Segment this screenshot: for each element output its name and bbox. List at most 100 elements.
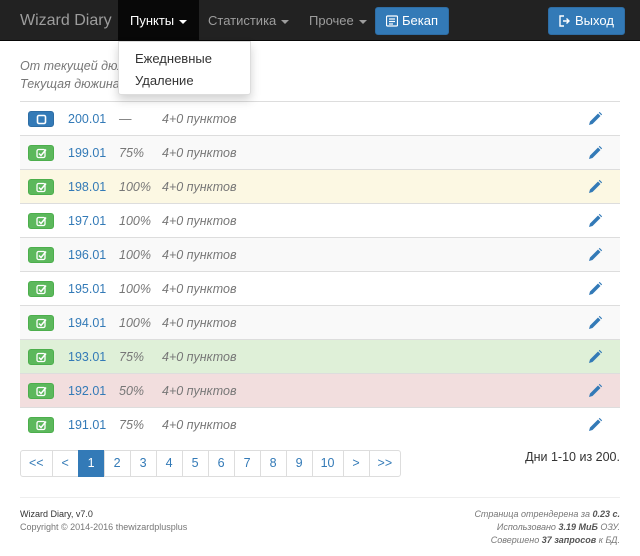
backup-button[interactable]: Бекап xyxy=(375,7,450,35)
dropdown-item-daily[interactable]: Ежедневные xyxy=(119,48,250,70)
pencil-icon[interactable] xyxy=(587,315,603,331)
brand-link[interactable]: Wizard Diary xyxy=(20,0,112,41)
completed-day-button[interactable] xyxy=(28,383,54,399)
render-time-value: 0.23 с. xyxy=(592,509,620,519)
queries-suffix: к БД. xyxy=(596,535,620,545)
unchecked-box-icon xyxy=(36,114,47,125)
completion-percent: 50% xyxy=(119,384,145,398)
nav-statistika-dropdown[interactable]: Статистика xyxy=(196,0,301,41)
table-row: 192.01 50% 4+0 пунктов xyxy=(20,374,620,408)
queries-prefix: Совершено xyxy=(490,535,542,545)
page-6-button[interactable]: 6 xyxy=(207,450,235,477)
checked-box-icon xyxy=(36,386,47,397)
render-time-line: Страница отрендерена за 0.23 с. xyxy=(474,508,620,521)
day-number-link[interactable]: 198.01 xyxy=(68,170,106,204)
completed-day-button[interactable] xyxy=(28,349,54,365)
checked-box-icon xyxy=(36,420,47,431)
day-number-link[interactable]: 191.01 xyxy=(68,408,106,442)
memory-prefix: Использовано xyxy=(496,522,559,532)
completed-day-button[interactable] xyxy=(28,145,54,161)
info-current-dozen: Текущая дюжина xyxy=(20,77,120,91)
page-last-button[interactable]: >> xyxy=(368,450,402,477)
day-number-link[interactable]: 193.01 xyxy=(68,340,106,374)
current-day-button[interactable] xyxy=(28,111,54,127)
completion-percent: 75% xyxy=(119,146,145,160)
footer-divider xyxy=(20,497,620,498)
table-row: 199.01 75% 4+0 пунктов xyxy=(20,136,620,170)
days-summary: Дни 1-10 из 200. xyxy=(525,450,620,464)
logout-button[interactable]: Выход xyxy=(548,7,625,35)
pencil-icon[interactable] xyxy=(587,145,603,161)
pencil-icon[interactable] xyxy=(587,247,603,263)
day-number-link[interactable]: 195.01 xyxy=(68,272,106,306)
memory-suffix: ОЗУ. xyxy=(597,522,620,532)
nav-prochee-label: Прочее xyxy=(309,13,354,28)
navbar: Wizard Diary Пункты Статистика Прочее Бе… xyxy=(0,0,640,41)
table-row: 200.01 — 4+0 пунктов xyxy=(20,102,620,136)
table-row: 191.01 75% 4+0 пунктов xyxy=(20,408,620,442)
page-5-button[interactable]: 5 xyxy=(181,450,209,477)
page-9-button[interactable]: 9 xyxy=(285,450,313,477)
checked-box-icon xyxy=(36,352,47,363)
nav-prochee-dropdown[interactable]: Прочее xyxy=(297,0,379,41)
caret-down-icon xyxy=(179,19,188,24)
completion-percent: 100% xyxy=(119,180,151,194)
completion-percent: 75% xyxy=(119,418,145,432)
render-time-prefix: Страница отрендерена за xyxy=(474,509,593,519)
page-3-button[interactable]: 3 xyxy=(129,450,157,477)
completion-percent: — xyxy=(119,112,132,126)
day-number-link[interactable]: 200.01 xyxy=(68,102,106,136)
page-10-button[interactable]: 10 xyxy=(311,450,344,477)
memory-value: 3.19 МиБ xyxy=(558,522,598,532)
pencil-icon[interactable] xyxy=(587,383,603,399)
pencil-icon[interactable] xyxy=(587,349,603,365)
checked-box-icon xyxy=(36,182,47,193)
page-1-button[interactable]: 1 xyxy=(77,450,105,477)
page-8-button[interactable]: 8 xyxy=(259,450,287,477)
table-row: 195.01 100% 4+0 пунктов xyxy=(20,272,620,306)
completion-percent: 100% xyxy=(119,282,151,296)
page-prev-button[interactable]: < xyxy=(51,450,79,477)
completed-day-button[interactable] xyxy=(28,281,54,297)
checked-box-icon xyxy=(36,148,47,159)
page-7-button[interactable]: 7 xyxy=(233,450,261,477)
points-count: 4+0 пунктов xyxy=(162,214,237,228)
completed-day-button[interactable] xyxy=(28,417,54,433)
points-count: 4+0 пунктов xyxy=(162,418,237,432)
points-count: 4+0 пунктов xyxy=(162,146,237,160)
page-2-button[interactable]: 2 xyxy=(103,450,131,477)
pencil-icon[interactable] xyxy=(587,213,603,229)
nav-punkty-dropdown[interactable]: Пункты xyxy=(118,0,200,41)
completion-percent: 100% xyxy=(119,248,151,262)
page-first-button[interactable]: << xyxy=(20,450,53,477)
day-number-link[interactable]: 196.01 xyxy=(68,238,106,272)
pencil-icon[interactable] xyxy=(587,111,603,127)
caret-down-icon xyxy=(358,19,367,24)
queries-value: 37 запросов xyxy=(541,535,597,545)
points-count: 4+0 пунктов xyxy=(162,112,237,126)
page-next-button[interactable]: > xyxy=(342,450,370,477)
completed-day-button[interactable] xyxy=(28,315,54,331)
table-row: 198.01 100% 4+0 пунктов xyxy=(20,170,620,204)
backup-label: Бекап xyxy=(402,13,439,28)
pencil-icon[interactable] xyxy=(587,179,603,195)
punkty-dropdown-menu: Ежедневные Удаление xyxy=(118,41,251,95)
completed-day-button[interactable] xyxy=(28,213,54,229)
dropdown-item-delete[interactable]: Удаление xyxy=(119,70,250,92)
day-number-link[interactable]: 199.01 xyxy=(68,136,106,170)
day-number-link[interactable]: 197.01 xyxy=(68,204,106,238)
table-row: 194.01 100% 4+0 пунктов xyxy=(20,306,620,340)
days-table: 200.01—4+0 пунктов 199.01 75% 4+0 пунктов 19… xyxy=(20,101,620,442)
completion-percent: 75% xyxy=(119,350,145,364)
pencil-icon[interactable] xyxy=(587,417,603,433)
completed-day-button[interactable] xyxy=(28,247,54,263)
checked-box-icon xyxy=(36,250,47,261)
page-4-button[interactable]: 4 xyxy=(155,450,183,477)
log-out-icon xyxy=(559,15,570,27)
day-number-link[interactable]: 192.01 xyxy=(68,374,106,408)
completed-day-button[interactable] xyxy=(28,179,54,195)
day-number-link[interactable]: 194.01 xyxy=(68,306,106,340)
points-count: 4+0 пунктов xyxy=(162,282,237,296)
logout-label: Выход xyxy=(575,13,614,28)
pencil-icon[interactable] xyxy=(587,281,603,297)
